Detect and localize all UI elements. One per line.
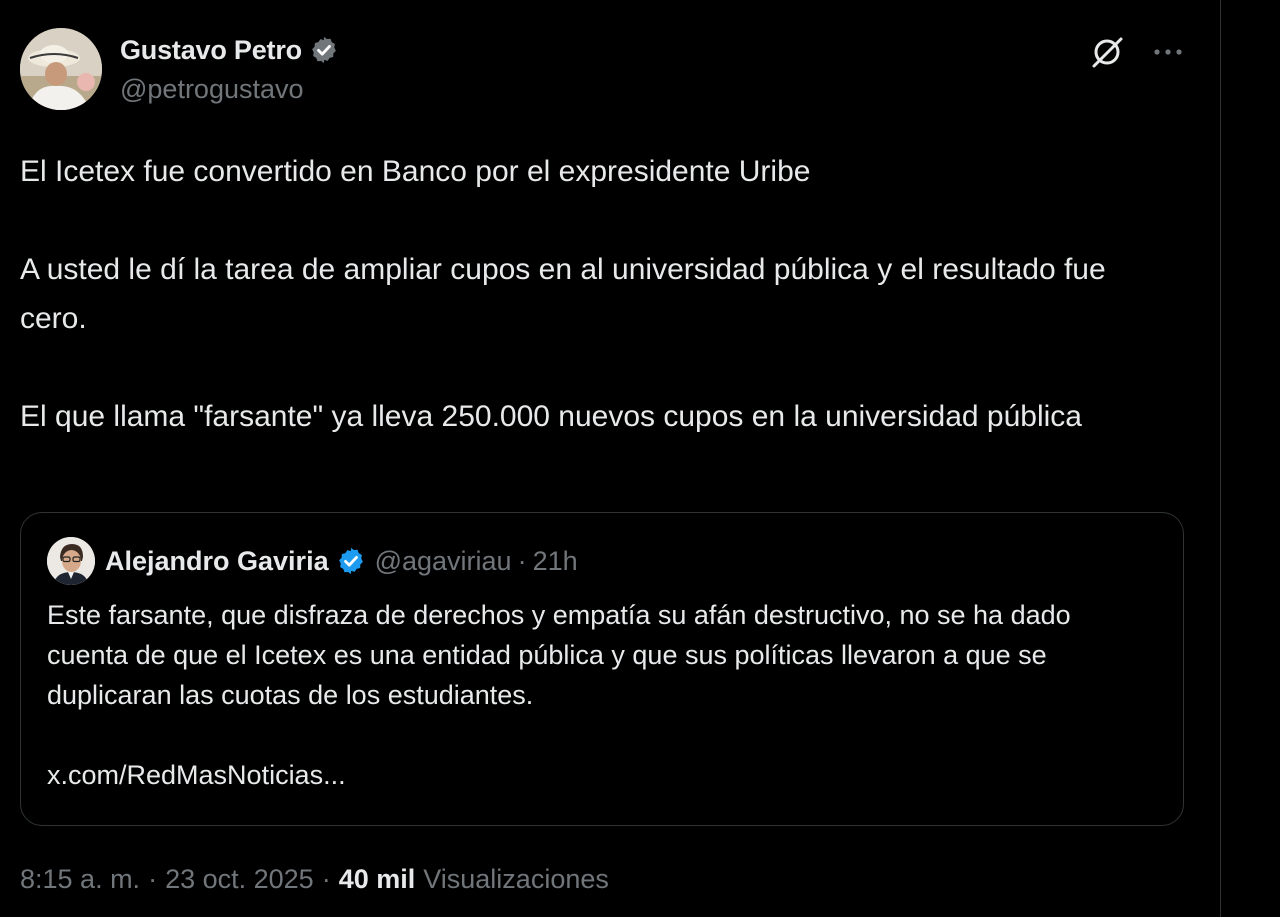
author-handle[interactable]: @petrogustavo (120, 74, 339, 105)
column-divider (1220, 0, 1221, 917)
tweet-time[interactable]: 8:15 a. m. (20, 864, 140, 895)
quoted-verified-badge-icon (338, 547, 363, 575)
tweet-meta: 8:15 a. m. · 23 oct. 2025 · 40 mil Visua… (20, 864, 609, 895)
quoted-author-avatar[interactable] (47, 537, 95, 585)
tweet-page: Gustavo Petro @petrogustavo El Icetex fu… (0, 0, 1280, 917)
views-count: 40 mil (338, 864, 416, 894)
author-display-name[interactable]: Gustavo Petro (120, 35, 302, 66)
grok-button[interactable] (1088, 32, 1128, 72)
tweet-top-actions (1088, 32, 1188, 72)
author-info: Gustavo Petro @petrogustavo (120, 32, 339, 105)
quoted-link[interactable]: x.com/RedMasNoticias... (47, 755, 1157, 795)
meta-separator: · (321, 864, 331, 894)
views-label: Visualizaciones (423, 864, 609, 894)
tweet-paragraph: A usted le dí la tarea de ampliar cupos … (20, 253, 1106, 335)
more-options-button[interactable] (1148, 32, 1188, 72)
tweet-text: El Icetex fue convertido en Banco por el… (20, 147, 1180, 441)
quoted-avatar-image (47, 537, 95, 585)
tweet: Gustavo Petro @petrogustavo El Icetex fu… (20, 28, 1188, 894)
tweet-paragraph: El Icetex fue convertido en Banco por el… (20, 155, 811, 188)
grok-icon (1092, 37, 1123, 68)
quoted-separator: · (517, 545, 527, 576)
author-avatar[interactable] (20, 28, 102, 110)
verified-badge-icon[interactable] (309, 35, 339, 65)
quoted-author-handle[interactable]: @agaviriau (375, 546, 512, 577)
tweet-header: Gustavo Petro @petrogustavo (20, 28, 1188, 112)
quoted-paragraph: Este farsante, que disfraza de derechos … (47, 600, 1071, 710)
more-icon (1154, 49, 1182, 55)
quoted-timestamp[interactable]: 21h (533, 546, 578, 577)
meta-separator: · (148, 864, 158, 894)
tweet-date[interactable]: 23 oct. 2025 (165, 864, 314, 895)
quoted-author-display-name[interactable]: Alejandro Gaviria (105, 546, 329, 577)
author-name-row: Gustavo Petro (120, 32, 339, 68)
avatar-image (20, 28, 102, 110)
quoted-tweet-text: Este farsante, que disfraza de derechos … (47, 595, 1157, 795)
tweet-paragraph: El que llama "farsante" ya lleva 250.000… (20, 400, 1082, 433)
quoted-tweet[interactable]: Alejandro Gaviria @agaviriau · 21h Este … (20, 512, 1184, 826)
quoted-tweet-header: Alejandro Gaviria @agaviriau · 21h (47, 535, 1157, 587)
